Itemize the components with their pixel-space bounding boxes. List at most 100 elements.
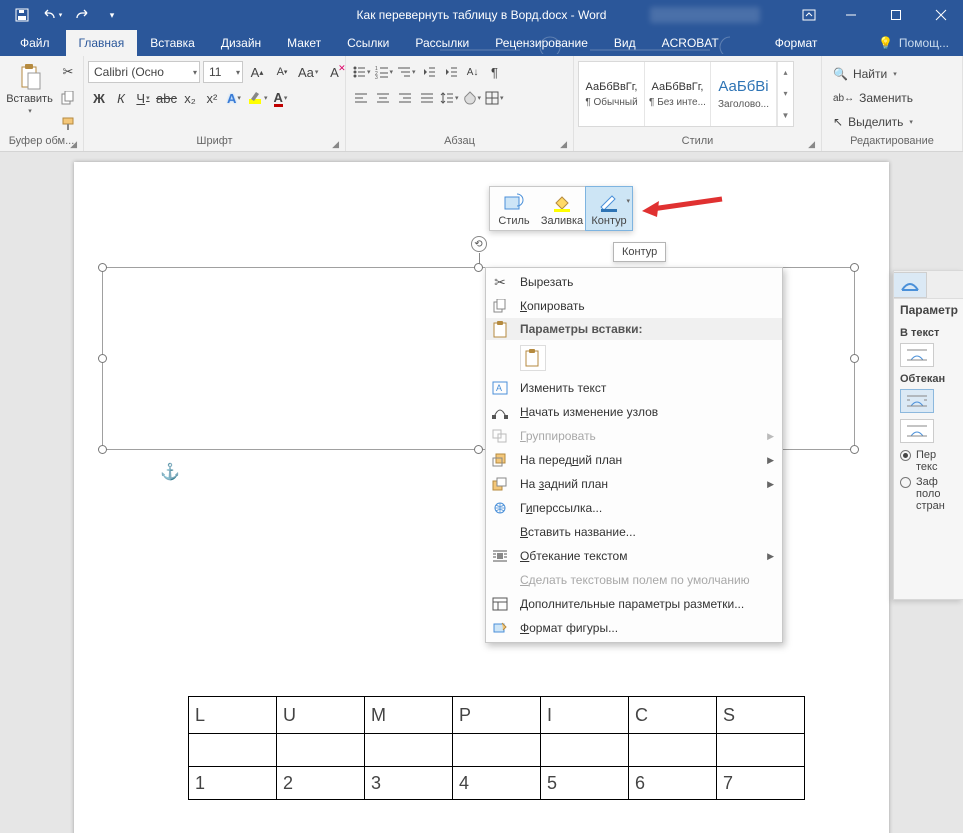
wrap-through[interactable]: [900, 419, 934, 443]
mini-fill-button[interactable]: Заливка: [538, 187, 586, 230]
bring-front-icon: [490, 450, 510, 470]
ctx-caption[interactable]: Вставить название...: [486, 520, 782, 544]
resize-handle-bl[interactable]: [98, 445, 107, 454]
align-left-button[interactable]: [350, 87, 372, 109]
tab-insert[interactable]: Вставка: [137, 30, 208, 56]
ctx-hyperlink[interactable]: Гиперссылка...: [486, 496, 782, 520]
tab-home[interactable]: Главная: [66, 30, 138, 56]
ctx-edit-points[interactable]: Начать изменение узлов: [486, 400, 782, 424]
styles-launcher[interactable]: ◢: [808, 139, 815, 150]
underline-button[interactable]: Ч▾: [132, 87, 154, 109]
styles-gallery[interactable]: АаБбВвГг,¶ Обычный АаБбВвГг,¶ Без инте..…: [578, 61, 794, 127]
resize-handle-r[interactable]: [850, 354, 859, 363]
wrap-inline[interactable]: [900, 343, 934, 367]
clipboard-launcher[interactable]: ◢: [70, 139, 77, 150]
shading-button[interactable]: ▾: [461, 87, 484, 109]
font-name-combo[interactable]: Calibri (Осно▾: [88, 61, 200, 83]
resize-handle-br[interactable]: [850, 445, 859, 454]
resize-handle-tr[interactable]: [850, 263, 859, 272]
font-size-combo[interactable]: 11▾: [203, 61, 243, 83]
indent-decrease-button[interactable]: [418, 61, 440, 83]
fix-position-radio[interactable]: Зафполостран: [900, 476, 957, 512]
clear-formatting-button[interactable]: A✕: [323, 61, 345, 83]
borders-button[interactable]: ▾: [483, 87, 506, 109]
minimize-button[interactable]: [828, 0, 873, 30]
superscript-button[interactable]: x²: [201, 87, 223, 109]
align-right-button[interactable]: [394, 87, 416, 109]
text-effects-button[interactable]: A▾: [223, 87, 245, 109]
bullets-button[interactable]: ▾: [350, 61, 373, 83]
find-button[interactable]: 🔍Найти▾: [830, 63, 916, 85]
ctx-send-back[interactable]: На задний план▶: [486, 472, 782, 496]
ctx-cut[interactable]: ✂Вырезать: [486, 270, 782, 294]
style-heading1[interactable]: АаБбВіЗаголово...: [711, 62, 777, 126]
format-painter-button[interactable]: [57, 113, 79, 135]
italic-button[interactable]: К: [110, 87, 132, 109]
select-button[interactable]: ↖Выделить▾: [830, 111, 916, 133]
mini-style-button[interactable]: Стиль: [490, 187, 538, 230]
font-color-button[interactable]: A▾: [269, 87, 291, 109]
resize-handle-t[interactable]: [474, 263, 483, 272]
redo-button[interactable]: [68, 1, 96, 29]
sort-button[interactable]: A↓: [462, 61, 484, 83]
line-spacing-button[interactable]: ▾: [438, 87, 461, 109]
tell-me-label: Помощ...: [899, 36, 949, 50]
ctx-wrap[interactable]: Обтекание текстом▶: [486, 544, 782, 568]
subscript-button[interactable]: x₂: [179, 87, 201, 109]
highlight-button[interactable]: ▾: [245, 87, 270, 109]
tab-design[interactable]: Дизайн: [208, 30, 274, 56]
replace-button[interactable]: ab↔Заменить: [830, 87, 916, 109]
tab-format[interactable]: Формат: [762, 30, 831, 56]
rotate-handle[interactable]: ⟲: [471, 236, 487, 252]
ctx-copy[interactable]: Копировать: [486, 294, 782, 318]
change-case-button[interactable]: Aa▾: [296, 61, 320, 83]
tab-review[interactable]: Рецензирование: [482, 30, 601, 56]
tab-references[interactable]: Ссылки: [334, 30, 402, 56]
move-with-text-radio[interactable]: Пертекс: [900, 449, 957, 473]
strike-button[interactable]: abc: [154, 87, 179, 109]
close-button[interactable]: [918, 0, 963, 30]
align-justify-button[interactable]: [416, 87, 438, 109]
tab-file[interactable]: Файл: [4, 30, 66, 56]
cut-button[interactable]: ✂: [57, 61, 79, 83]
wrap-square[interactable]: [900, 389, 934, 413]
undo-button[interactable]: ▾: [38, 1, 66, 29]
maximize-button[interactable]: [873, 0, 918, 30]
tab-layout[interactable]: Макет: [274, 30, 334, 56]
tab-acrobat[interactable]: ACROBAT: [649, 30, 732, 56]
font-launcher[interactable]: ◢: [332, 139, 339, 150]
tab-mailings[interactable]: Рассылки: [402, 30, 482, 56]
multilevel-button[interactable]: ▾: [395, 61, 418, 83]
paragraph-launcher[interactable]: ◢: [560, 139, 567, 150]
save-button[interactable]: [8, 1, 36, 29]
paste-button[interactable]: Вставить ▾: [4, 61, 55, 117]
ctx-edit-text[interactable]: AИзменить текст: [486, 376, 782, 400]
style-normal[interactable]: АаБбВвГг,¶ Обычный: [579, 62, 645, 126]
indent-increase-button[interactable]: [440, 61, 462, 83]
style-no-spacing[interactable]: АаБбВвГг,¶ Без инте...: [645, 62, 711, 126]
resize-handle-l[interactable]: [98, 354, 107, 363]
show-marks-button[interactable]: ¶: [484, 61, 506, 83]
edit-points-icon: [490, 402, 510, 422]
shrink-font-button[interactable]: A▾: [271, 61, 293, 83]
ctx-format-shape[interactable]: Формат фигуры...: [486, 616, 782, 640]
qat-customize[interactable]: ▾: [98, 1, 126, 29]
ctx-more-layout[interactable]: Дополнительные параметры разметки...: [486, 592, 782, 616]
data-table[interactable]: LUMPICS 1234567: [188, 696, 805, 800]
bold-button[interactable]: Ж: [88, 87, 110, 109]
numbering-button[interactable]: 123▾: [373, 61, 396, 83]
align-center-button[interactable]: [372, 87, 394, 109]
tell-me-search[interactable]: 💡Помощ...: [864, 30, 963, 56]
paste-keep-source[interactable]: [520, 345, 546, 371]
resize-handle-b[interactable]: [474, 445, 483, 454]
layout-tab-icon[interactable]: [893, 272, 927, 298]
tab-view[interactable]: Вид: [601, 30, 649, 56]
ctx-bring-front[interactable]: На передний план▶: [486, 448, 782, 472]
mini-outline-button[interactable]: Контур▾: [585, 186, 633, 231]
styles-gallery-more[interactable]: ▴▾▼: [777, 62, 793, 126]
grow-font-button[interactable]: A▴: [246, 61, 268, 83]
copy-button[interactable]: [57, 87, 79, 109]
blurred-region: [650, 7, 760, 23]
ribbon-display-options[interactable]: [790, 0, 828, 30]
resize-handle-tl[interactable]: [98, 263, 107, 272]
